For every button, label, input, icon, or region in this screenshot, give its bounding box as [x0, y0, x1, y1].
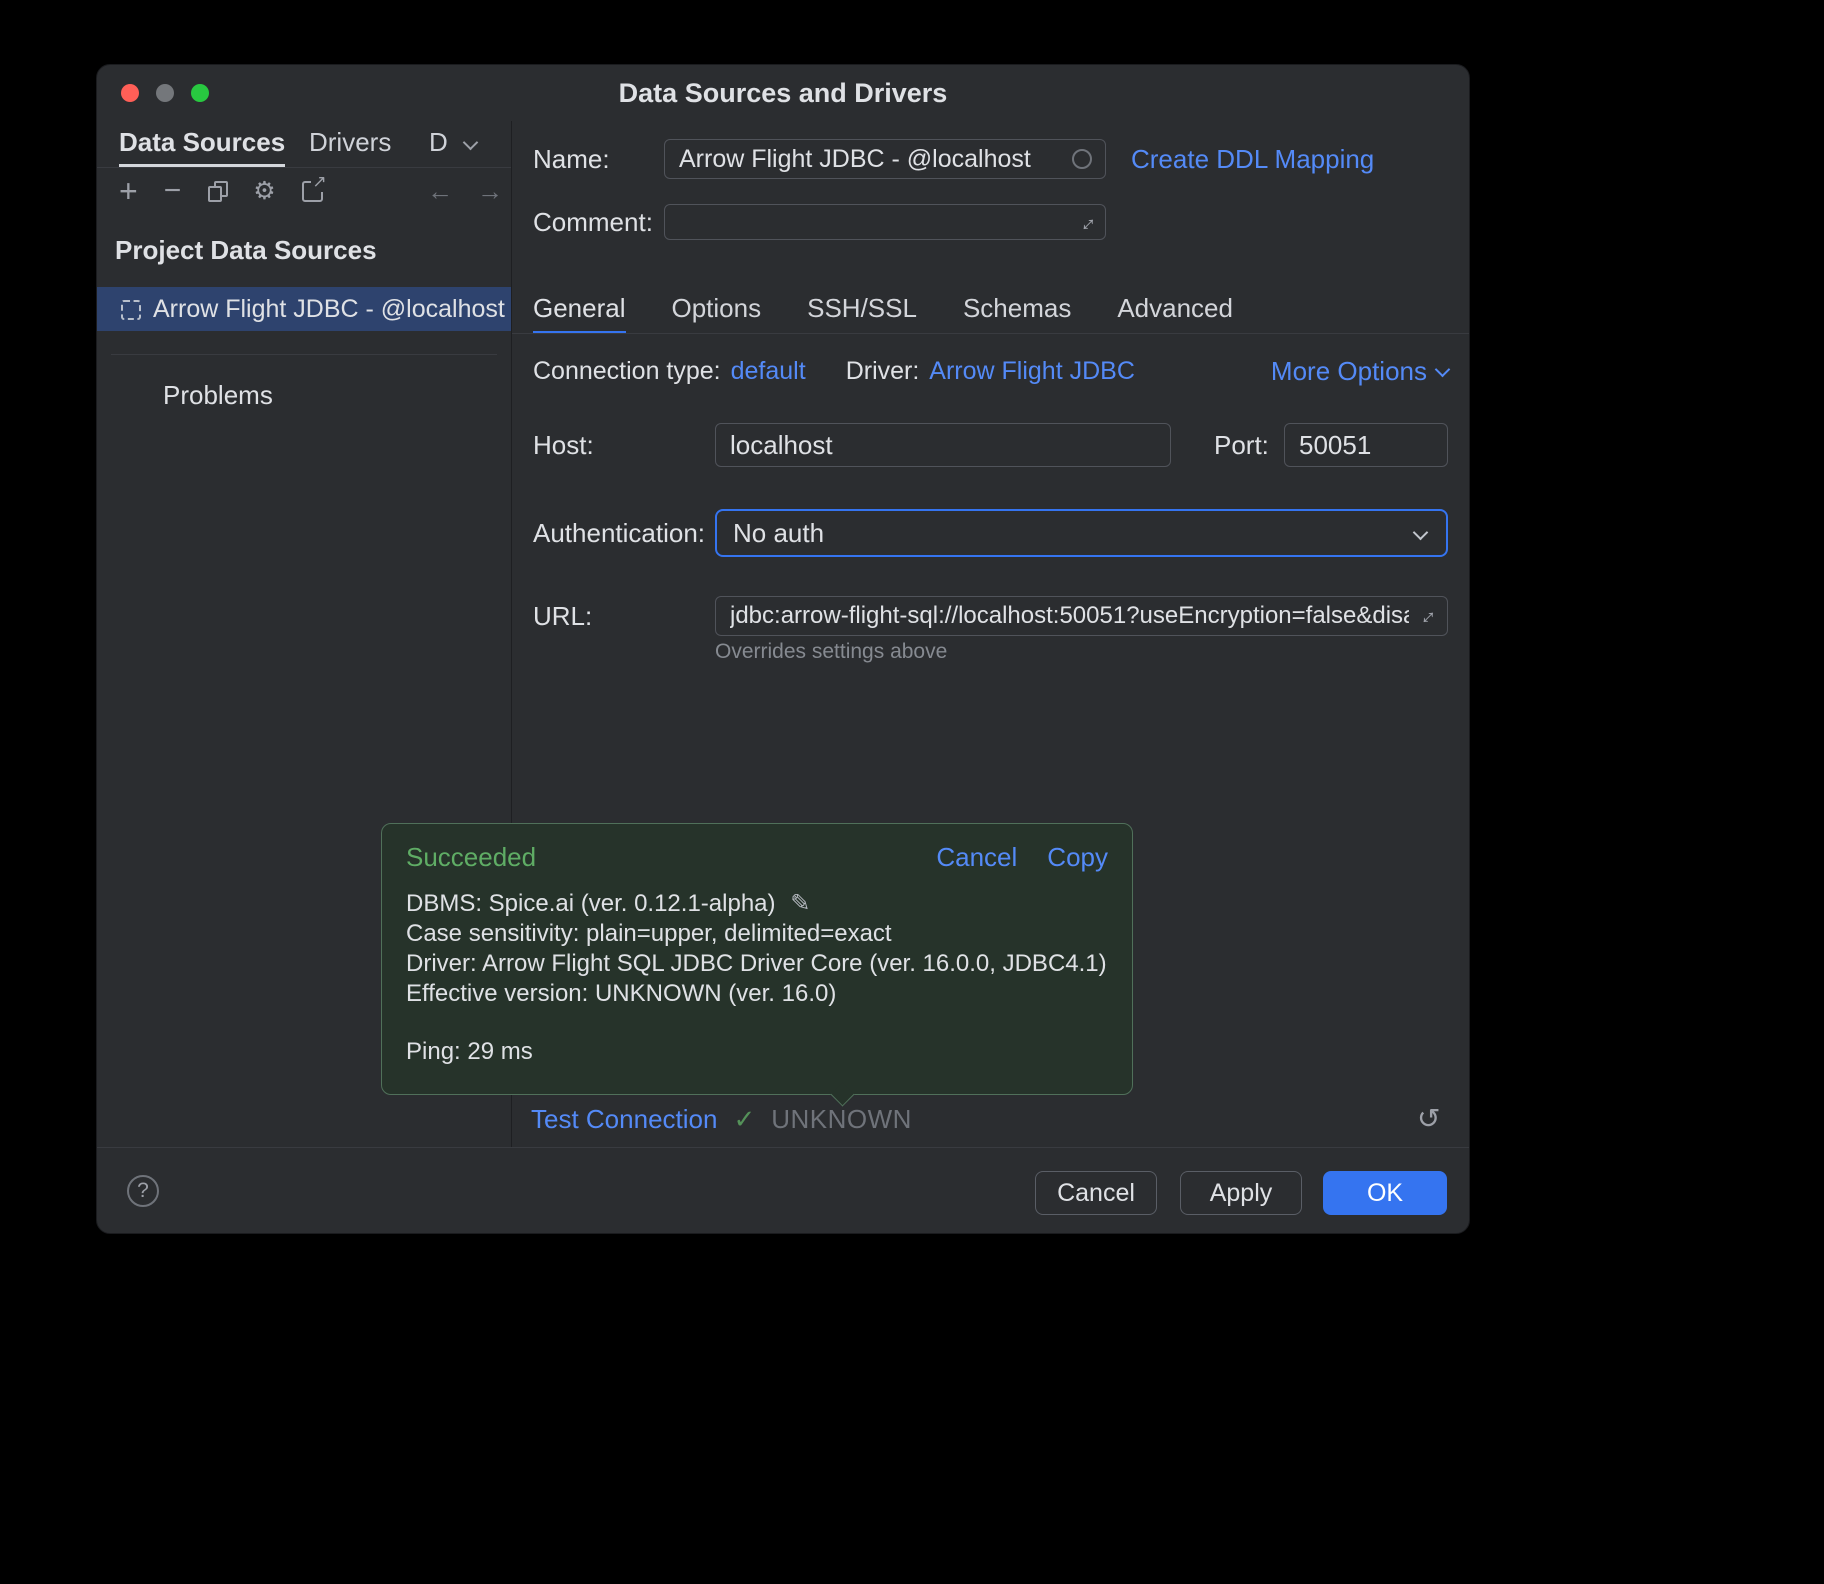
tab-ssh-ssl[interactable]: SSH/SSL	[807, 286, 917, 331]
tab-options[interactable]: Options	[672, 286, 762, 331]
authentication-value: No auth	[733, 511, 824, 555]
connection-type-value[interactable]: default	[731, 357, 806, 386]
comment-input[interactable]	[664, 204, 1106, 240]
popup-case-line: Case sensitivity: plain=upper, delimited…	[406, 919, 1108, 949]
settings-gear-button[interactable]: ⚙	[253, 176, 275, 206]
host-label: Host:	[533, 423, 594, 467]
host-input[interactable]	[715, 423, 1171, 467]
datasource-list-item[interactable]: Arrow Flight JDBC - @localhost	[97, 287, 511, 331]
revert-button[interactable]: ↺	[1417, 1097, 1440, 1141]
chevron-down-icon	[1435, 362, 1451, 378]
succeeded-status: Succeeded	[406, 842, 536, 873]
tab-ddl-label: D	[429, 127, 448, 157]
driver-icon	[121, 300, 141, 320]
chevron-down-icon	[463, 135, 479, 151]
name-input[interactable]	[664, 139, 1106, 179]
url-label: URL:	[533, 596, 592, 636]
connection-type-label: Connection type:	[533, 357, 721, 386]
duplicate-button[interactable]	[207, 181, 227, 201]
url-note: Overrides settings above	[715, 640, 947, 664]
nav-arrows: ← →	[427, 169, 503, 213]
ok-button[interactable]: OK	[1323, 1171, 1447, 1215]
tab-data-sources[interactable]: Data Sources	[119, 121, 285, 167]
driver-label: Driver:	[846, 357, 920, 386]
footer-divider	[97, 1147, 1469, 1148]
form-tabs: General Options SSH/SSL Schemas Advanced	[533, 286, 1233, 334]
open-in-new-button[interactable]: ↗	[302, 181, 323, 202]
authentication-label: Authentication:	[533, 509, 705, 557]
test-connection-link[interactable]: Test Connection	[531, 1104, 717, 1135]
popup-driver-line: Driver: Arrow Flight SQL JDBC Driver Cor…	[406, 949, 1108, 979]
port-label: Port:	[1214, 423, 1269, 467]
datasource-item-label: Arrow Flight JDBC - @localhost	[153, 287, 505, 331]
popup-ping-line: Ping: 29 ms	[406, 1037, 1108, 1067]
check-icon: ✓	[733, 1104, 755, 1135]
back-button[interactable]: ←	[427, 176, 453, 207]
port-input[interactable]	[1284, 423, 1448, 467]
authentication-select[interactable]: No auth	[715, 509, 1448, 557]
tab-general[interactable]: General	[533, 286, 626, 334]
export-arrow-icon: ↗	[311, 172, 327, 192]
create-ddl-mapping-link[interactable]: Create DDL Mapping	[1131, 139, 1374, 179]
remove-button[interactable]: −	[164, 174, 182, 208]
name-label: Name:	[533, 139, 610, 179]
titlebar: Data Sources and Drivers	[97, 65, 1469, 121]
driver-value-link[interactable]: Arrow Flight JDBC	[929, 357, 1135, 386]
cancel-button[interactable]: Cancel	[1035, 1171, 1157, 1215]
url-input[interactable]	[715, 596, 1448, 636]
forward-button[interactable]: →	[477, 176, 503, 207]
edit-pencil-icon[interactable]: ✎	[790, 890, 810, 917]
popup-copy-link[interactable]: Copy	[1047, 842, 1108, 873]
window-title: Data Sources and Drivers	[97, 65, 1469, 121]
sidebar-divider	[111, 354, 497, 355]
connection-status: UNKNOWN	[771, 1104, 912, 1135]
test-connection-row: Test Connection ✓ UNKNOWN	[531, 1097, 912, 1141]
connection-row: Connection type: default Driver: Arrow F…	[533, 349, 1135, 393]
popup-version-line: Effective version: UNKNOWN (ver. 16.0)	[406, 979, 1108, 1009]
desktop: Data Sources and Drivers Data Sources Dr…	[0, 0, 1824, 1584]
test-connection-popup: Succeeded Cancel Copy DBMS: Spice.ai (ve…	[381, 823, 1133, 1095]
project-data-sources-title: Project Data Sources	[115, 235, 377, 266]
tab-ddl-truncated[interactable]: D	[429, 121, 476, 164]
popup-dbms-line: DBMS: Spice.ai (ver. 0.12.1-alpha) ✎	[406, 889, 1108, 919]
more-options-label: More Options	[1271, 356, 1427, 387]
data-sources-dialog: Data Sources and Drivers Data Sources Dr…	[96, 64, 1470, 1234]
sidebar-toolbar: + − ⚙ ↗	[119, 169, 323, 213]
tab-schemas[interactable]: Schemas	[963, 286, 1071, 331]
more-options-link[interactable]: More Options	[1271, 349, 1448, 393]
popup-cancel-link[interactable]: Cancel	[936, 842, 1017, 873]
tabs-divider	[512, 333, 1469, 334]
chevron-down-icon	[1413, 525, 1429, 541]
help-button[interactable]: ?	[127, 1175, 159, 1207]
problems-item[interactable]: Problems	[163, 377, 273, 413]
tab-advanced[interactable]: Advanced	[1117, 286, 1233, 331]
apply-button[interactable]: Apply	[1180, 1171, 1302, 1215]
comment-label: Comment:	[533, 204, 653, 240]
add-button[interactable]: +	[119, 173, 138, 210]
sidebar-tabs: Data Sources Drivers D	[97, 121, 511, 168]
tab-drivers[interactable]: Drivers	[309, 121, 391, 164]
progress-indicator	[1072, 149, 1092, 169]
